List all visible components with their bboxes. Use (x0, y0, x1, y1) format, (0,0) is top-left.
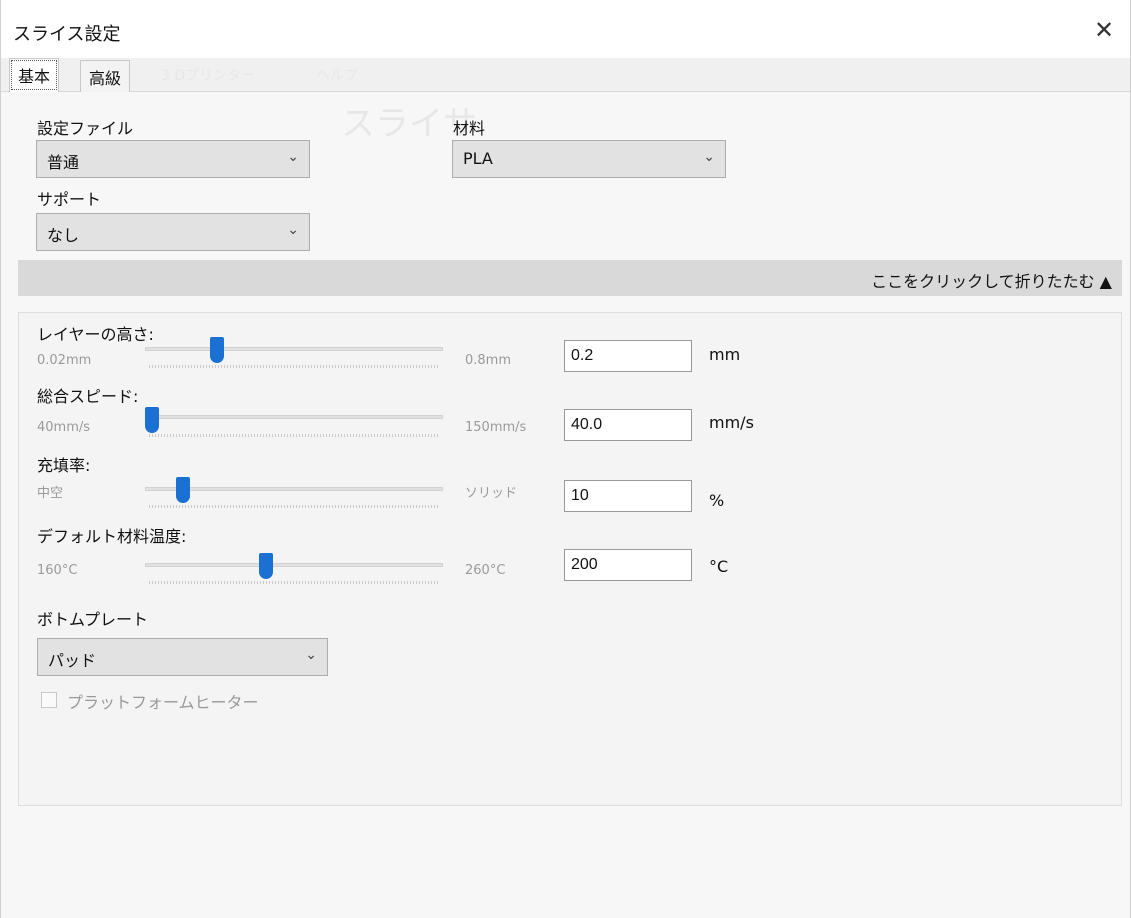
default-temperature-input[interactable] (564, 549, 692, 581)
default-temperature-ticks (149, 581, 439, 584)
slice-settings-dialog: スライス設定 ✕ 基本 高級 3 Dプリンター ヘルプ スライサ 設定ファイル … (0, 0, 1131, 918)
close-icon[interactable]: ✕ (1090, 16, 1118, 44)
basic-settings-content: スライサ 設定ファイル 普通 ⌄ 材料 PLA ⌄ サポート なし ⌄ ここをク… (1, 92, 1130, 918)
settings-file-label: 設定ファイル (37, 119, 134, 138)
tab-advanced[interactable]: 高級 (80, 60, 131, 92)
infill-rate-min: 中空 (37, 486, 64, 501)
dialog-title: スライス設定 (13, 24, 121, 45)
material-select[interactable]: PLA ⌄ (452, 140, 726, 178)
chevron-down-icon: ⌄ (305, 647, 317, 663)
bottom-plate-select[interactable]: パッド ⌄ (37, 638, 328, 676)
infill-rate-slider-thumb[interactable] (176, 477, 191, 503)
infill-rate-label: 充填率: (37, 456, 91, 475)
infill-rate-max: ソリッド (465, 486, 518, 501)
default-temperature-slider-thumb[interactable] (258, 553, 273, 579)
ghost-menu-item-printer: 3 Dプリンター (161, 68, 256, 84)
layer-height-label: レイヤーの高さ: (37, 325, 154, 344)
layer-height-min: 0.02mm (37, 353, 92, 368)
overall-speed-label: 総合スピード: (37, 387, 139, 406)
support-label: サポート (37, 190, 102, 209)
settings-file-value: 普通 (47, 153, 80, 172)
layer-height-slider-thumb[interactable] (210, 337, 225, 363)
layer-height-unit: mm (709, 345, 741, 364)
support-value: なし (47, 226, 80, 245)
layer-height-input[interactable] (564, 340, 692, 372)
overall-speed-min: 40mm/s (37, 420, 91, 435)
layer-height-ticks (149, 365, 439, 368)
settings-file-select[interactable]: 普通 ⌄ (36, 140, 310, 178)
infill-rate-unit: % (709, 491, 725, 510)
infill-rate-input[interactable] (564, 480, 692, 512)
default-temperature-max: 260°C (465, 563, 506, 578)
layer-height-track (145, 347, 443, 351)
material-value: PLA (463, 149, 493, 168)
layer-height-max: 0.8mm (465, 353, 512, 368)
platform-heater-label: プラットフォームヒーター (67, 693, 259, 712)
default-temperature-unit: °C (709, 557, 729, 576)
bottom-plate-value: パッド (48, 651, 97, 670)
advanced-parameters-panel: レイヤーの高さ: 0.02mm 0.8mm mm 総合スピード: 40mm/s … (18, 312, 1122, 806)
chevron-down-icon: ⌄ (287, 149, 299, 165)
overall-speed-input[interactable] (564, 409, 692, 441)
tab-basic[interactable]: 基本 (9, 58, 60, 92)
bottom-plate-label: ボトムプレート (37, 610, 149, 629)
platform-heater-checkbox[interactable] (41, 692, 57, 708)
support-select[interactable]: なし ⌄ (36, 213, 310, 251)
chevron-down-icon: ⌄ (287, 222, 299, 238)
overall-speed-slider-thumb[interactable] (145, 407, 159, 433)
ghost-menu-item-help: ヘルプ (316, 68, 358, 84)
default-temperature-label: デフォルト材料温度: (37, 527, 187, 546)
material-label: 材料 (453, 119, 486, 138)
tab-bar: 基本 高級 3 Dプリンター ヘルプ (1, 58, 1130, 92)
overall-speed-track (145, 415, 443, 419)
overall-speed-ticks (149, 434, 439, 437)
default-temperature-min: 160°C (37, 563, 78, 578)
default-temperature-track (145, 563, 443, 567)
collapse-toggle-text: ここをクリックして折りたたむ ▲ (871, 272, 1112, 291)
title-bar: スライス設定 ✕ (1, 0, 1130, 58)
collapse-toggle-bar[interactable]: ここをクリックして折りたたむ ▲ (18, 260, 1122, 296)
overall-speed-max: 150mm/s (465, 420, 527, 435)
chevron-down-icon: ⌄ (703, 149, 715, 165)
infill-rate-ticks (149, 505, 439, 508)
overall-speed-unit: mm/s (709, 413, 754, 432)
